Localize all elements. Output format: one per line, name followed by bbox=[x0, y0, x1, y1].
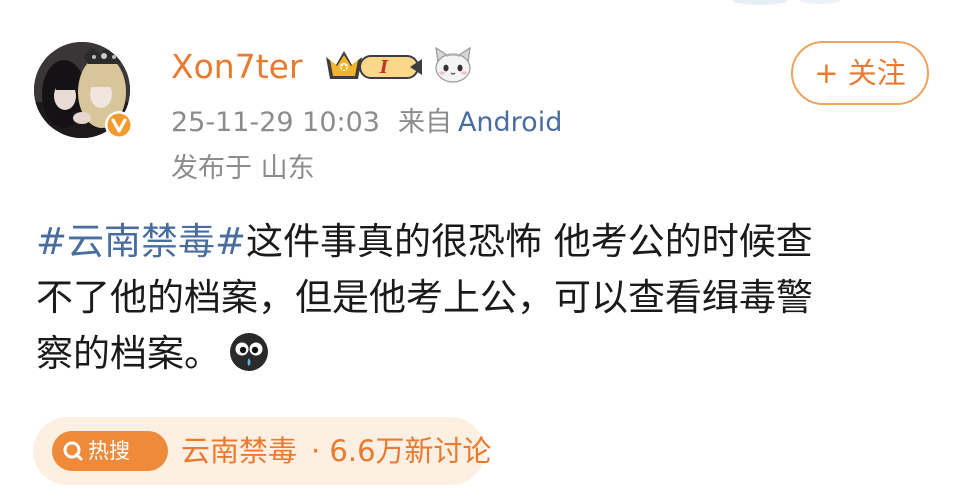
weibo-post-card: Xon7ter I 25-11-29 10:03 来自 Android 发布于 山东… bbox=[0, 0, 960, 502]
hot-search-badge: 热搜 bbox=[52, 431, 168, 471]
post-meta: 25-11-29 10:03 来自 Android bbox=[171, 104, 562, 142]
hot-search-topic-link[interactable]: 热搜 云南禁毒 · 6.6万新讨论 bbox=[33, 417, 492, 485]
post-text-line-3: 察的档案。 bbox=[36, 332, 221, 375]
post-body: #云南禁毒#这件事真的很恐怖 他考公的时候查 不了他的档案，但是他考上公，可以查… bbox=[36, 214, 936, 382]
hashtag-link[interactable]: #云南禁毒# bbox=[36, 220, 246, 263]
hot-search-topic: 云南禁毒 bbox=[181, 434, 298, 468]
post-line-1: #云南禁毒#这件事真的很恐怖 他考公的时候查 bbox=[36, 214, 936, 270]
cat-face-icon bbox=[435, 46, 471, 83]
crown-level-badge-icon[interactable]: I bbox=[322, 45, 426, 87]
author-name[interactable]: Xon7ter bbox=[171, 44, 303, 90]
hot-search-stats: · 6.6万新讨论 bbox=[311, 434, 492, 468]
post-text-line-2: 不了他的档案，但是他考上公，可以查看缉毒警 bbox=[36, 276, 813, 319]
source-prefix: 来自 bbox=[397, 107, 452, 138]
crown-level-text: I bbox=[379, 57, 389, 78]
top-decoration bbox=[732, 0, 840, 5]
crying-face-icon bbox=[230, 333, 268, 371]
post-source[interactable]: Android bbox=[458, 107, 562, 138]
follow-button[interactable]: + 关注 bbox=[791, 41, 929, 105]
search-icon bbox=[63, 441, 83, 461]
post-timestamp: 25-11-29 10:03 bbox=[171, 107, 380, 138]
post-text-line-1: 这件事真的很恐怖 他考公的时候查 bbox=[246, 220, 813, 263]
post-line-3: 察的档案。 bbox=[36, 326, 936, 382]
post-location: 发布于 山东 bbox=[171, 153, 315, 184]
hot-search-badge-label: 热搜 bbox=[88, 439, 130, 463]
verified-badge-icon bbox=[105, 111, 133, 139]
